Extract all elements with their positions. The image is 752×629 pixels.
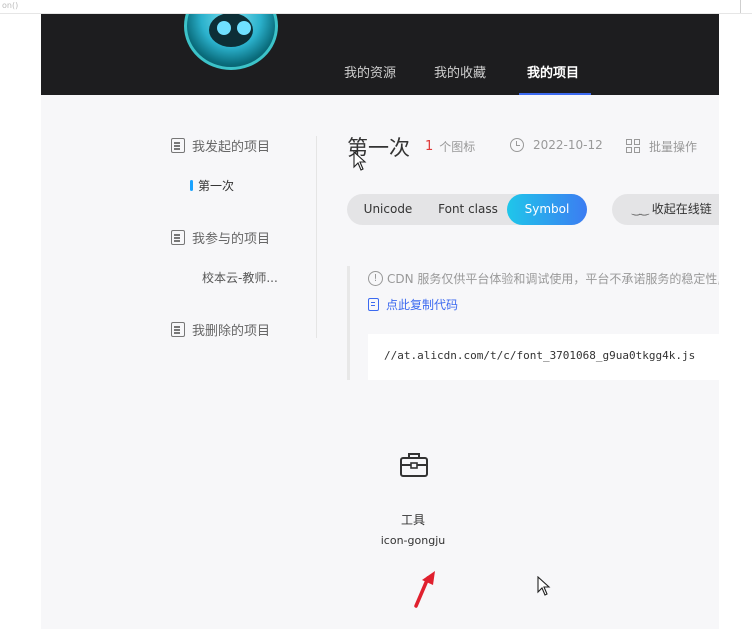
browser-top-strip: on() bbox=[0, 0, 752, 14]
avatar-left-eye bbox=[217, 21, 231, 35]
sidebar-item-label: 第一次 bbox=[198, 179, 235, 193]
icon-count-number: 1 bbox=[425, 139, 434, 154]
grid-icon bbox=[626, 139, 641, 154]
sidebar-divider bbox=[316, 136, 317, 338]
sidebar-item-label: 校本云-教师... bbox=[202, 271, 278, 285]
deleted-list-icon bbox=[171, 322, 185, 337]
icon-name: 工具 bbox=[400, 513, 425, 527]
strip-divider bbox=[740, 0, 741, 13]
icon-count-unit: 个图标 bbox=[439, 140, 476, 154]
sidebar-item-first-project[interactable]: 第一次 bbox=[190, 177, 234, 194]
tab-font-class[interactable]: Font class bbox=[431, 194, 505, 225]
nav-tab-my-favorites[interactable]: 我的收藏 bbox=[434, 62, 486, 81]
avatar-right-eye bbox=[237, 21, 251, 35]
toolbox-icon bbox=[400, 453, 428, 477]
site-header: 我的资源 我的收藏 我的项目 bbox=[41, 14, 719, 95]
eye-closed-icon: ‿‿ bbox=[632, 203, 649, 216]
nav-tab-my-projects[interactable]: 我的项目 bbox=[527, 62, 579, 81]
clock-icon bbox=[510, 138, 524, 152]
annotation-arrow-icon bbox=[414, 571, 435, 608]
copy-code-label: 点此复制代码 bbox=[386, 298, 459, 312]
user-avatar[interactable] bbox=[184, 14, 278, 70]
icon-count: 1 个图标 bbox=[425, 138, 475, 155]
sidebar-group-created[interactable]: 我发起的项目 bbox=[171, 136, 270, 155]
code-box[interactable]: //at.alicdn.com/t/c/font_3701068_g9ua0tk… bbox=[368, 334, 719, 380]
iconfont-app: 我的资源 我的收藏 我的项目 我发起的项目 第一次 我参与的项目 校本云-教师.… bbox=[41, 14, 719, 629]
document-icon bbox=[368, 298, 379, 311]
mouse-cursor-icon bbox=[537, 576, 551, 596]
tab-unicode[interactable]: Unicode bbox=[353, 194, 423, 225]
browser-corner-text: on() bbox=[2, 1, 19, 10]
copy-code-link[interactable]: 点此复制代码 bbox=[368, 296, 458, 313]
sidebar-group-label: 我删除的项目 bbox=[192, 324, 271, 339]
sidebar-group-joined[interactable]: 我参与的项目 bbox=[171, 228, 270, 247]
sidebar-item-school-cloud[interactable]: 校本云-教师... bbox=[202, 269, 278, 286]
sidebar-group-label: 我发起的项目 bbox=[192, 140, 271, 155]
icon-code: icon-gongju bbox=[380, 534, 446, 547]
tab-symbol[interactable]: Symbol bbox=[507, 194, 587, 225]
batch-action-button[interactable]: 批量操作 bbox=[626, 138, 697, 155]
active-tab-underline bbox=[519, 93, 591, 95]
sidebar-group-deleted[interactable]: 我删除的项目 bbox=[171, 320, 270, 339]
cdn-notice-text: CDN 服务仅供平台体验和调试使用，平台不承诺服务的稳定性, bbox=[387, 272, 719, 286]
sidebar-group-label: 我参与的项目 bbox=[192, 232, 271, 247]
online-link-panel: ! CDN 服务仅供平台体验和调试使用，平台不承诺服务的稳定性, 点此复制代码 … bbox=[347, 266, 719, 380]
active-indicator bbox=[190, 180, 193, 191]
batch-action-label: 批量操作 bbox=[649, 140, 698, 154]
nav-tab-my-resources[interactable]: 我的资源 bbox=[344, 62, 396, 81]
project-date: 2022-10-12 bbox=[510, 138, 603, 152]
mouse-cursor-icon bbox=[353, 151, 367, 171]
collapse-online-link-button[interactable]: ‿‿ 收起在线链 bbox=[612, 194, 719, 225]
info-icon: ! bbox=[368, 271, 383, 286]
edit-list-icon bbox=[171, 138, 185, 153]
shared-list-icon bbox=[171, 230, 185, 245]
format-tab-group: Unicode Font class Symbol bbox=[347, 194, 587, 225]
project-date-text: 2022-10-12 bbox=[533, 138, 603, 152]
code-url: //at.alicdn.com/t/c/font_3701068_g9ua0tk… bbox=[384, 349, 696, 362]
cdn-notice: ! CDN 服务仅供平台体验和调试使用，平台不承诺服务的稳定性, bbox=[368, 270, 719, 287]
collapse-online-label: 收起在线链 bbox=[651, 202, 712, 216]
